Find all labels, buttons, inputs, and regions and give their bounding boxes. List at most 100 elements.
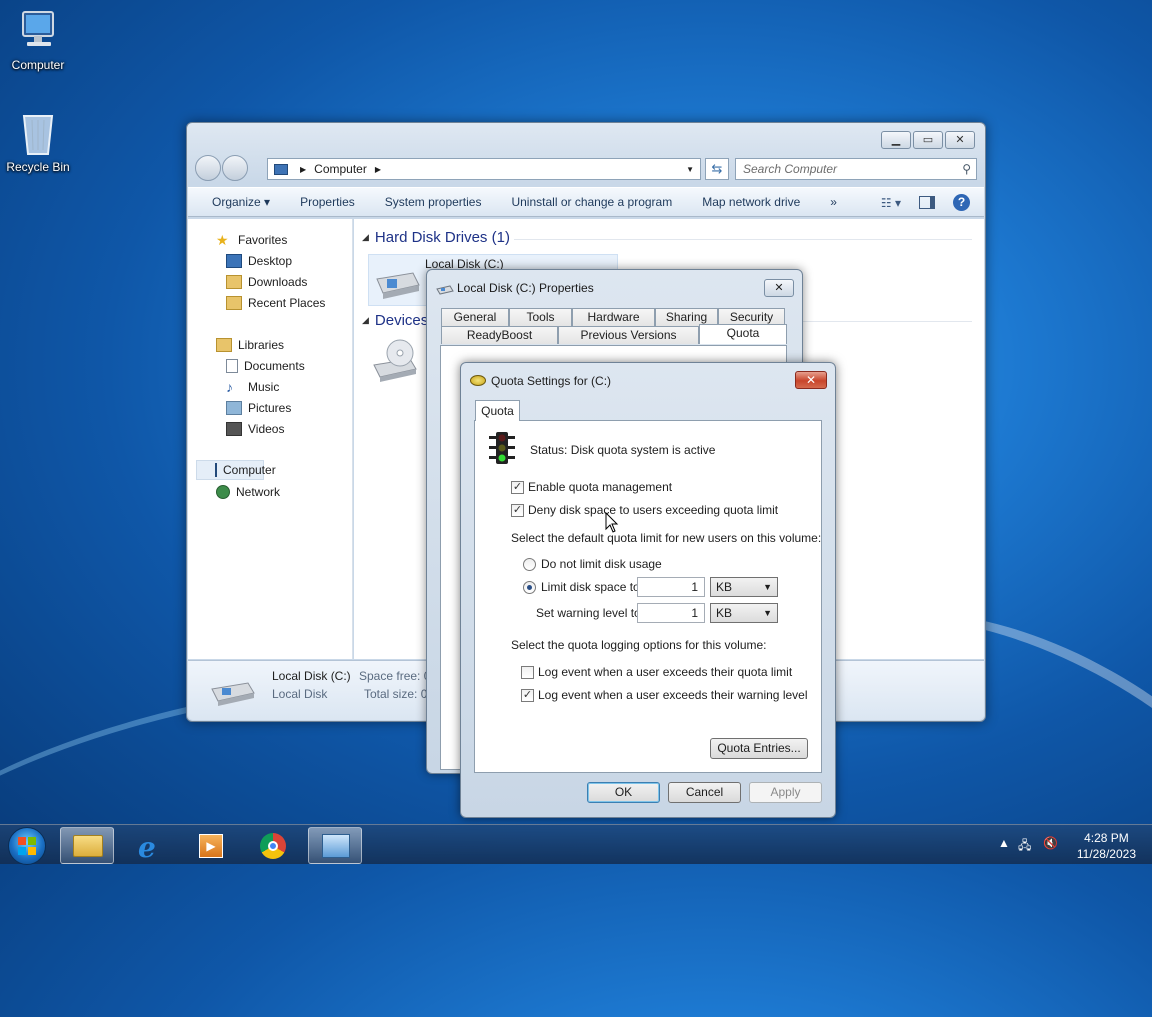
breadcrumb-computer[interactable]: Computer [314,162,367,176]
deny-disk-space-checkbox[interactable]: ✓ Deny disk space to users exceeding quo… [511,503,778,517]
uninstall-program-button[interactable]: Uninstall or change a program [496,195,687,209]
nav-libraries[interactable]: Libraries [188,334,352,355]
preview-pane-icon[interactable] [919,196,935,209]
address-bar[interactable]: ▶ Computer ▶ ▼ [267,158,701,180]
minimize-button[interactable]: ▁ [881,131,911,149]
group-header-hard-disks[interactable]: ◢ Hard Disk Drives (1) [362,229,510,246]
tab-quota[interactable]: Quota [475,400,520,421]
windows-logo-icon [18,837,36,855]
search-input[interactable]: Search Computer ⚲ [735,158,977,180]
tab-quota[interactable]: Quota [699,324,787,344]
volume-muted-icon[interactable]: 🔇 [1043,836,1058,850]
taskbar-control-panel-button[interactable] [308,827,362,864]
chevron-down-icon: ▼ [763,608,772,618]
radio-on-icon[interactable] [523,580,536,594]
show-hidden-icons-icon[interactable]: ▲ [998,836,1010,850]
hard-drive-icon [436,285,454,295]
map-network-drive-button[interactable]: Map network drive [687,195,815,209]
no-limit-radio[interactable]: Do not limit disk usage [523,557,662,571]
limit-value-input[interactable]: 1 [637,577,705,597]
command-bar: Organize ▾ Properties System properties … [188,187,984,217]
nav-recent-places[interactable]: Recent Places [188,292,352,313]
nav-desktop[interactable]: Desktop [188,250,352,271]
quota-status: Status: Disk quota system is active [530,443,716,457]
tab-readyboost[interactable]: ReadyBoost [441,326,558,344]
tab-tools[interactable]: Tools [509,308,572,326]
organize-button[interactable]: Organize ▾ [188,195,285,209]
warning-level-label: Set warning level to [536,606,641,620]
media-player-icon: ▶ [199,834,223,858]
nav-videos[interactable]: Videos [188,418,352,439]
nav-pictures[interactable]: Pictures [188,397,352,418]
taskbar-ie-button[interactable]: e [124,827,178,864]
computer-icon [22,11,54,46]
network-tray-icon[interactable]: 🖧 [1018,836,1031,857]
music-icon: ♪ [226,378,233,395]
nav-network[interactable]: Network [188,481,352,502]
breadcrumb-arrow-icon[interactable]: ▶ [300,165,306,174]
address-dropdown-icon[interactable]: ▼ [686,165,694,174]
logging-heading: Select the quota logging options for thi… [511,638,767,652]
limit-unit-select[interactable]: KB ▼ [710,577,778,597]
taskbar-chrome-button[interactable] [246,827,300,864]
traffic-light-icon [489,432,515,464]
checkbox-unchecked-icon[interactable] [521,665,534,679]
search-icon[interactable]: ⚲ [962,159,971,179]
log-warning-level-checkbox[interactable]: ✓ Log event when a user exceeds their wa… [521,688,808,702]
checkbox-checked-icon[interactable]: ✓ [511,480,524,494]
videos-icon [226,421,242,436]
dvd-drive-icon[interactable] [370,337,422,385]
nav-computer[interactable]: Computer [196,460,276,480]
breadcrumb-arrow-icon[interactable]: ▶ [375,165,381,174]
nav-documents[interactable]: Documents [188,355,352,376]
tab-hardware[interactable]: Hardware [572,308,655,326]
nav-music[interactable]: ♪ Music [188,376,352,397]
details-total-size: Total size: 0 [364,687,428,701]
properties-button[interactable]: Properties [285,195,370,209]
limit-disk-space-radio[interactable]: Limit disk space to [523,580,640,594]
dialog-title: Local Disk (C:) Properties [457,281,594,295]
nav-downloads[interactable]: Downloads [188,271,352,292]
taskbar-explorer-button[interactable] [60,827,114,864]
close-button[interactable]: ✕ [764,279,794,297]
warning-unit-select[interactable]: KB ▼ [710,603,778,623]
quota-disk-icon [470,375,486,386]
warning-value-input[interactable]: 1 [637,603,705,623]
change-view-icon[interactable]: ☷ ▾ [881,196,901,210]
recycle-bin-icon [22,115,54,155]
taskbar-media-player-button[interactable]: ▶ [184,827,238,864]
network-icon [216,484,230,499]
details-type: Local Disk [272,687,328,701]
clock[interactable]: 4:28 PM 11/28/2023 [1077,830,1136,862]
group-header-devices[interactable]: ◢ Devices [362,312,428,329]
maximize-button[interactable]: ▭ [913,131,943,149]
refresh-button[interactable]: ⇆ [705,158,729,180]
system-properties-button[interactable]: System properties [370,195,497,209]
more-commands-button[interactable]: » [815,195,852,209]
close-button[interactable]: ✕ [945,131,975,149]
window-controls: ▁ ▭ ✕ [881,131,975,149]
tab-previous-versions[interactable]: Previous Versions [558,326,699,344]
internet-explorer-icon: e [138,831,156,864]
enable-quota-checkbox[interactable]: ✓ Enable quota management [511,480,672,494]
apply-button[interactable]: Apply [749,782,822,803]
close-button[interactable]: ✕ [795,371,827,389]
collapse-icon[interactable]: ◢ [362,315,369,326]
log-quota-limit-checkbox[interactable]: Log event when a user exceeds their quot… [521,665,792,679]
nav-favorites[interactable]: ★ Favorites [188,229,352,250]
radio-off-icon[interactable] [523,557,536,571]
forward-button[interactable] [222,155,248,181]
quota-entries-button[interactable]: Quota Entries... [710,738,808,759]
start-button[interactable] [8,827,46,865]
cancel-button[interactable]: Cancel [668,782,741,803]
back-button[interactable] [195,155,221,181]
ok-button[interactable]: OK [587,782,660,803]
desktop-icon-computer[interactable]: Computer [0,8,76,72]
checkbox-checked-icon[interactable]: ✓ [521,688,534,702]
help-icon[interactable]: ? [953,194,970,211]
collapse-icon[interactable]: ◢ [362,232,369,243]
divider [514,239,972,240]
desktop-icon-recycle-bin[interactable]: Recycle Bin [0,110,76,174]
tab-general[interactable]: General [441,308,509,326]
checkbox-checked-icon[interactable]: ✓ [511,503,524,517]
